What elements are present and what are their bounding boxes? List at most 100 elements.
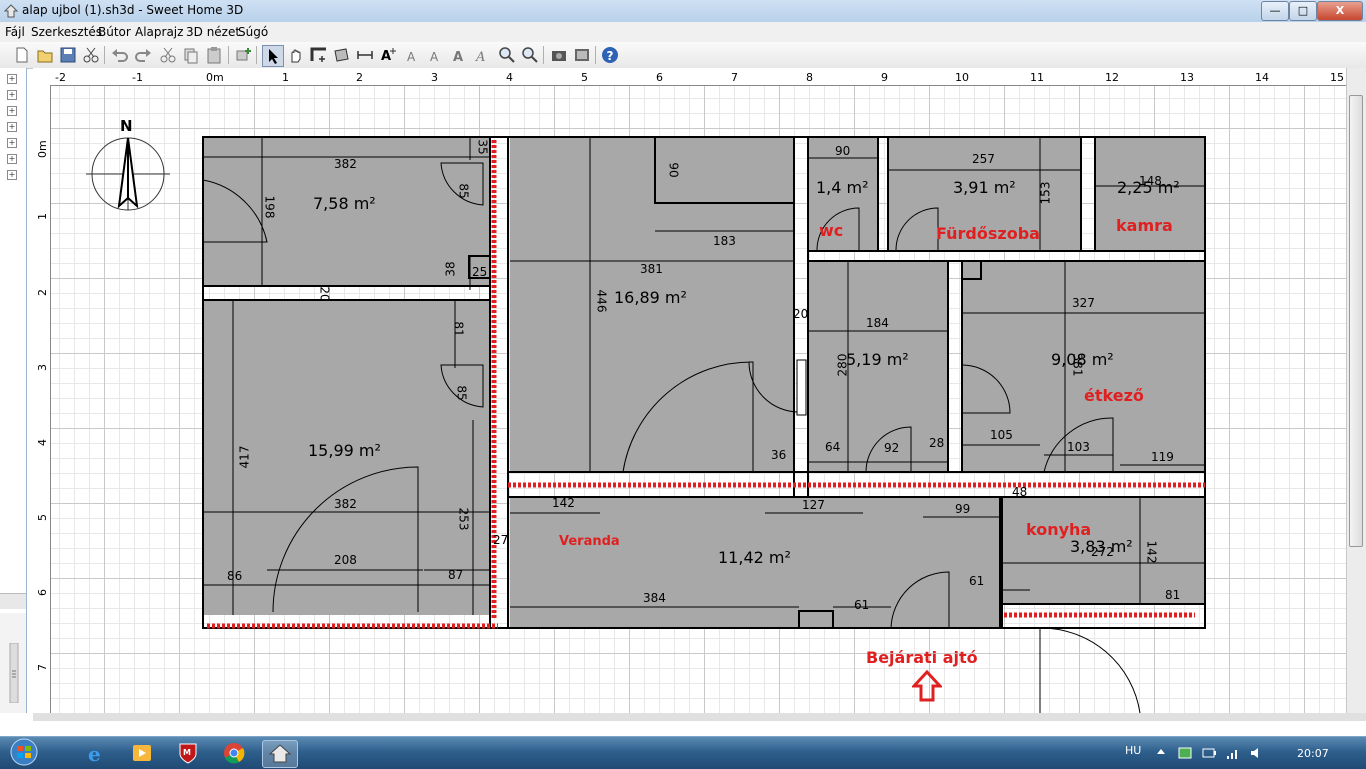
dimension-label: 253 (456, 507, 471, 531)
dimension-label: 61 (969, 574, 985, 588)
close-button[interactable]: X (1317, 1, 1363, 21)
undo-icon[interactable] (110, 45, 130, 65)
copy-icon[interactable] (181, 45, 201, 65)
add-text-icon[interactable]: A (378, 45, 398, 65)
language-indicator[interactable]: HU (1125, 744, 1141, 757)
tree-expand-icon[interactable]: + (7, 154, 17, 164)
dimension-label: 27 (493, 533, 509, 547)
taskbar-clock[interactable]: 20:07 (1297, 747, 1329, 760)
tree-expand-icon[interactable]: + (7, 122, 17, 132)
tray-network-signal-icon[interactable] (1225, 745, 1241, 761)
cut-icon[interactable] (158, 45, 178, 65)
menu-furniture[interactable]: Bútor (98, 25, 131, 39)
title-bar: alap ujbol (1).sh3d - Sweet Home 3D — □ … (0, 0, 1366, 23)
paste-icon[interactable] (204, 45, 224, 65)
arrow-up-icon (912, 670, 942, 702)
sweet-home-3d-icon[interactable] (262, 740, 298, 768)
horizontal-ruler (33, 68, 1346, 86)
menu-file[interactable]: Fájl (5, 25, 25, 39)
create-dimensions-icon[interactable] (355, 45, 375, 65)
dimension-label: 327 (1072, 296, 1095, 310)
text-style-icon[interactable]: A (426, 45, 446, 65)
maximize-button[interactable]: □ (1289, 1, 1317, 21)
new-file-icon[interactable] (12, 45, 32, 65)
toolbar-separator (595, 46, 596, 64)
ruler-label: 13 (1180, 71, 1194, 84)
splitter-handle-icon[interactable] (8, 643, 20, 703)
media-player-icon[interactable] (126, 740, 158, 766)
text-italic-icon[interactable]: A (472, 45, 492, 65)
minimize-button[interactable]: — (1261, 1, 1289, 21)
dimension-label: 87 (448, 568, 464, 582)
ruler-label: 7 (36, 664, 49, 671)
dimension-label: 446 (594, 289, 609, 313)
tray-expand-icon[interactable] (1155, 746, 1167, 758)
furniture-catalog-tree[interactable]: + + + + + + + (0, 68, 27, 613)
dimension-label: 208 (334, 553, 357, 567)
svg-text:A: A (453, 50, 463, 65)
dimension-label: 183 (713, 234, 736, 248)
left-panel-scrollbar[interactable] (0, 593, 26, 609)
vertical-scrollbar-thumb[interactable] (1349, 95, 1363, 547)
svg-text:?: ? (607, 49, 614, 63)
open-file-icon[interactable] (35, 45, 55, 65)
menu-edit[interactable]: Szerkesztés (31, 25, 102, 39)
tray-volume-icon[interactable] (1249, 745, 1265, 761)
dimension-label: 184 (866, 316, 889, 330)
internet-explorer-icon[interactable]: e (80, 740, 112, 766)
furniture-list-panel[interactable] (0, 613, 27, 713)
floor-plan-canvas[interactable] (33, 68, 1346, 713)
ruler-label: 3 (431, 71, 438, 84)
tree-expand-icon[interactable]: + (7, 90, 17, 100)
ruler-label: 9 (881, 71, 888, 84)
dimension-label: 61 (854, 598, 870, 612)
chrome-icon[interactable] (218, 740, 250, 766)
select-arrow-icon[interactable] (262, 45, 284, 67)
tree-expand-icon[interactable]: + (7, 138, 17, 148)
redo-icon[interactable] (133, 45, 153, 65)
create-rooms-icon[interactable] (332, 45, 352, 65)
room-area-label: 15,99 m² (308, 441, 381, 460)
tree-expand-icon[interactable]: + (7, 170, 17, 180)
dimension-label: 35 (475, 139, 490, 155)
tray-battery-icon[interactable] (1201, 745, 1217, 761)
dimension-label: 103 (1067, 440, 1090, 454)
zoom-in-icon[interactable] (497, 45, 517, 65)
tree-expand-icon[interactable]: + (7, 106, 17, 116)
tree-expand-icon[interactable]: + (7, 74, 17, 84)
svg-text:e: e (88, 742, 101, 766)
room-area-label: 11,42 m² (718, 548, 791, 567)
menu-help[interactable]: Súgó (238, 25, 268, 39)
room-name-label: étkező (1084, 386, 1144, 405)
room-area-label: 7,58 m² (313, 194, 376, 213)
dimension-label: 48 (1012, 485, 1028, 499)
ruler-label: 10 (955, 71, 969, 84)
menu-3d-view[interactable]: 3D nézet (186, 25, 240, 39)
dimension-label: 272 (1091, 545, 1114, 559)
create-walls-icon[interactable] (309, 45, 329, 65)
zoom-out-icon[interactable] (520, 45, 540, 65)
room-area-label: 3,91 m² (953, 178, 1016, 197)
toolbar-separator (543, 46, 544, 64)
compass-north-label: N (120, 117, 133, 135)
horizontal-scrollbar[interactable] (33, 713, 1366, 721)
create-video-icon[interactable] (572, 45, 592, 65)
save-file-icon[interactable] (58, 45, 78, 65)
add-furniture-icon[interactable] (233, 45, 253, 65)
pan-hand-icon[interactable] (286, 45, 306, 65)
windows-start-icon[interactable] (6, 738, 42, 766)
mcafee-icon[interactable]: M (172, 740, 204, 766)
dimension-label: 36 (771, 448, 787, 462)
create-photo-icon[interactable] (549, 45, 569, 65)
text-style-icon[interactable]: A (403, 45, 423, 65)
cut-icon[interactable] (81, 45, 101, 65)
text-bold-icon[interactable]: A (449, 45, 469, 65)
ruler-label: -2 (55, 71, 66, 84)
ruler-label: 11 (1030, 71, 1044, 84)
room-name-label: konyha (1026, 520, 1092, 539)
dimension-label: 81 (1165, 588, 1181, 602)
help-icon[interactable]: ? (600, 45, 620, 65)
tray-sync-icon[interactable] (1177, 745, 1193, 761)
menu-plan[interactable]: Alaprajz (135, 25, 183, 39)
ruler-label: 5 (581, 71, 588, 84)
